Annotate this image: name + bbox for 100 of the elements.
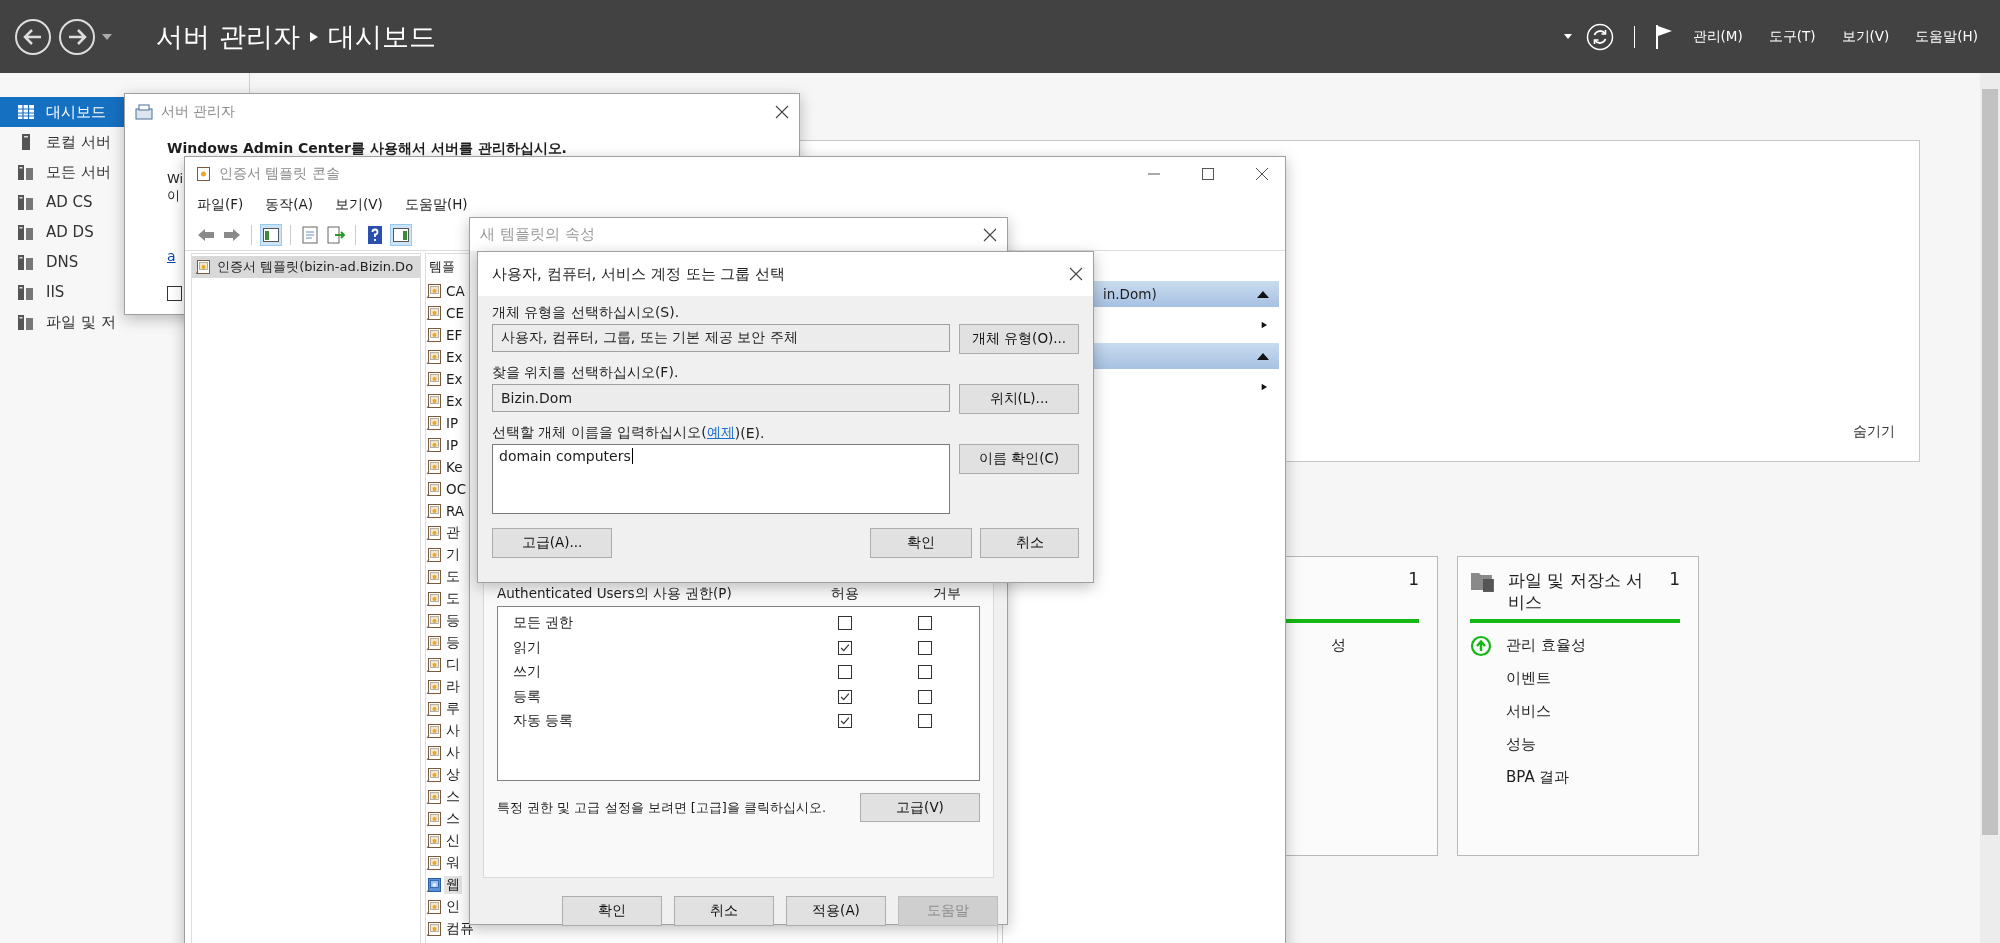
template-item[interactable]: OC xyxy=(444,481,469,497)
template-item[interactable]: RA xyxy=(444,503,467,519)
checkbox[interactable] xyxy=(838,714,852,729)
check-names-button[interactable]: 이름 확인(C) xyxy=(959,444,1079,474)
menu-item[interactable]: 관리(M) xyxy=(1686,27,1749,46)
checkbox[interactable] xyxy=(918,665,932,680)
menu-item[interactable]: 동작(A) xyxy=(265,196,314,214)
back-button[interactable] xyxy=(14,17,52,56)
close-icon[interactable] xyxy=(983,227,997,242)
sidebar-item[interactable]: DNS xyxy=(0,247,124,277)
advanced-button[interactable]: 고급(V) xyxy=(860,793,980,822)
template-item[interactable]: 기 xyxy=(444,546,462,564)
tree-item[interactable]: 인증서 템플릿(bizin-ad.Bizin.Do xyxy=(192,256,420,278)
dialog-button[interactable]: 적용(A) xyxy=(786,896,886,926)
template-item[interactable]: 도 xyxy=(444,568,462,586)
object-type-field[interactable]: 사용자, 컴퓨터, 그룹, 또는 기본 제공 보안 주체 xyxy=(492,324,950,352)
template-item[interactable]: 워 xyxy=(444,854,462,872)
tile-row-label[interactable]: 성능 xyxy=(1506,735,1536,754)
template-item[interactable]: 컴퓨 xyxy=(444,920,476,938)
template-item[interactable]: 웹 xyxy=(444,876,462,894)
expand-arrow-icon[interactable] xyxy=(1261,319,1269,331)
template-item[interactable]: IP xyxy=(444,415,461,431)
template-item[interactable]: 등 xyxy=(444,612,462,630)
dialog-button[interactable]: 취소 xyxy=(674,896,774,926)
sidebar-item[interactable]: AD DS xyxy=(0,217,124,247)
dialog-button[interactable]: 확인 xyxy=(562,896,662,926)
template-item[interactable]: 등 xyxy=(444,634,462,652)
flag-icon[interactable] xyxy=(1654,23,1673,50)
advanced-button[interactable]: 고급(A)... xyxy=(492,528,612,558)
template-item[interactable]: CE xyxy=(444,305,466,321)
scrollbar[interactable] xyxy=(1980,73,2000,943)
close-icon[interactable] xyxy=(775,105,789,119)
tile-row-label[interactable]: 관리 효율성 xyxy=(1506,636,1586,655)
template-item[interactable]: 스 xyxy=(444,788,462,806)
template-item[interactable]: 사 xyxy=(444,722,462,740)
template-item[interactable]: Ke xyxy=(444,459,465,475)
template-item[interactable]: EF xyxy=(444,327,465,343)
caret-icon[interactable] xyxy=(1563,34,1572,39)
maximize-icon[interactable] xyxy=(1201,166,1215,181)
forward-button[interactable] xyxy=(58,17,96,56)
menu-item[interactable]: 파일(F) xyxy=(197,196,244,214)
hide-link[interactable]: 숨기기 xyxy=(1853,423,1895,441)
location-button[interactable]: 위치(L)... xyxy=(959,384,1079,414)
template-item[interactable]: CA xyxy=(444,283,467,299)
close-icon[interactable] xyxy=(1069,267,1083,281)
tile-row-label[interactable]: 성 xyxy=(1331,636,1346,655)
column-header[interactable]: 템플 xyxy=(426,254,455,280)
sidebar-item[interactable]: IIS xyxy=(0,277,124,307)
tile-row-label[interactable]: BPA 결과 xyxy=(1506,768,1570,787)
menu-item[interactable]: 보기(V) xyxy=(335,196,383,214)
template-item[interactable]: IP xyxy=(444,437,461,453)
checkbox[interactable] xyxy=(918,640,932,655)
template-item[interactable]: Ex xyxy=(444,349,465,365)
checkbox[interactable] xyxy=(838,640,852,655)
template-item[interactable]: 루 xyxy=(444,700,462,718)
tile-row-label[interactable]: 이벤트 xyxy=(1506,669,1551,688)
refresh-button[interactable] xyxy=(1585,22,1614,51)
location-field[interactable]: Bizin.Dom xyxy=(492,384,950,412)
template-item[interactable]: 디 xyxy=(444,656,462,674)
checkbox[interactable] xyxy=(918,616,932,631)
object-names-field[interactable]: domain computers xyxy=(492,444,950,514)
template-item[interactable]: 신 xyxy=(444,832,462,850)
menu-item[interactable]: 보기(V) xyxy=(1835,27,1896,46)
checkbox[interactable] xyxy=(838,665,852,680)
close-icon[interactable] xyxy=(1255,166,1269,181)
sidebar-item[interactable]: 로컬 서버 xyxy=(0,127,124,157)
sidebar-item[interactable]: AD CS xyxy=(0,187,124,217)
menu-item[interactable]: 도움말(H) xyxy=(1909,27,1984,46)
object-type-button[interactable]: 개체 유형(O)... xyxy=(959,324,1079,354)
sidebar-item[interactable]: 파일 및 저 xyxy=(0,307,124,337)
template-item[interactable]: 인 xyxy=(444,898,462,916)
tile-row-label[interactable]: 서비스 xyxy=(1506,702,1551,721)
examples-link[interactable]: 예제 xyxy=(706,424,735,442)
template-item[interactable]: 스 xyxy=(444,810,462,828)
caret-icon[interactable] xyxy=(102,33,112,40)
template-item[interactable]: 라 xyxy=(444,678,462,696)
checkbox[interactable] xyxy=(918,689,932,704)
template-item[interactable]: 도 xyxy=(444,590,462,608)
menu-item[interactable]: 도구(T) xyxy=(1762,27,1822,46)
menu-item[interactable]: 도움말(H) xyxy=(404,196,468,214)
template-item[interactable]: 사 xyxy=(444,744,462,762)
ok-button[interactable]: 확인 xyxy=(870,528,972,558)
template-item[interactable]: Ex xyxy=(444,393,465,409)
collapse-icon[interactable] xyxy=(1257,351,1269,361)
action-pane-button[interactable] xyxy=(390,224,412,246)
checkbox[interactable] xyxy=(167,286,182,301)
link[interactable]: a xyxy=(167,248,176,264)
export-icon[interactable] xyxy=(325,224,347,246)
cancel-button[interactable]: 취소 xyxy=(980,528,1079,558)
checkbox[interactable] xyxy=(838,616,852,631)
expand-arrow-icon[interactable] xyxy=(1261,381,1269,393)
sidebar-item[interactable]: 대시보드 xyxy=(0,97,124,127)
template-item[interactable]: Ex xyxy=(444,371,465,387)
checkbox[interactable] xyxy=(838,689,852,704)
template-item[interactable]: 상 xyxy=(444,766,462,784)
sidebar-item[interactable]: 모든 서버 xyxy=(0,157,124,187)
checkbox[interactable] xyxy=(918,714,932,729)
tree-pane-button[interactable] xyxy=(260,224,282,246)
collapse-icon[interactable] xyxy=(1257,289,1269,299)
template-item[interactable]: 관 xyxy=(444,524,462,542)
